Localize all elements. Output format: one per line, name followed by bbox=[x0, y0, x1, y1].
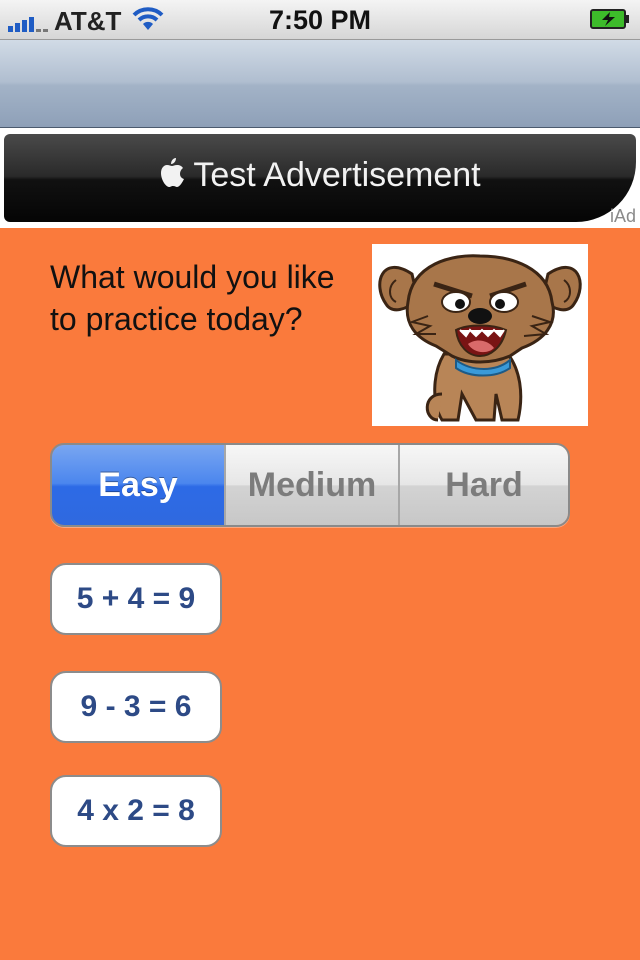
practice-question: What would you like to practice today? bbox=[50, 259, 335, 337]
status-bar: AT&T 7:50 PM bbox=[0, 0, 640, 40]
iad-badge: iAd bbox=[609, 206, 636, 226]
apple-logo-icon bbox=[161, 158, 185, 187]
cartoon-dog-icon bbox=[378, 254, 582, 422]
problem-button-2[interactable]: 9 - 3 = 6 bbox=[50, 671, 222, 743]
segment-medium[interactable]: Medium bbox=[224, 445, 398, 525]
problem-button-1[interactable]: 5 + 4 = 9 bbox=[50, 563, 222, 635]
problem-button-3[interactable]: 4 x 2 = 8 bbox=[50, 775, 222, 847]
difficulty-segmented-control[interactable]: Easy Medium Hard bbox=[50, 443, 570, 527]
dog-picture bbox=[372, 244, 588, 426]
segment-hard[interactable]: Hard bbox=[398, 445, 568, 525]
ad-container: Test Advertisement iAd bbox=[0, 128, 640, 228]
ad-text: Test Advertisement bbox=[4, 156, 636, 195]
battery-charging-icon bbox=[590, 9, 629, 29]
ad-banner[interactable]: Test Advertisement bbox=[4, 134, 636, 222]
navigation-bar bbox=[0, 40, 640, 128]
status-time: 7:50 PM bbox=[268, 5, 372, 35]
segment-easy[interactable]: Easy bbox=[52, 445, 224, 525]
ad-label: Test Advertisement bbox=[193, 156, 481, 194]
